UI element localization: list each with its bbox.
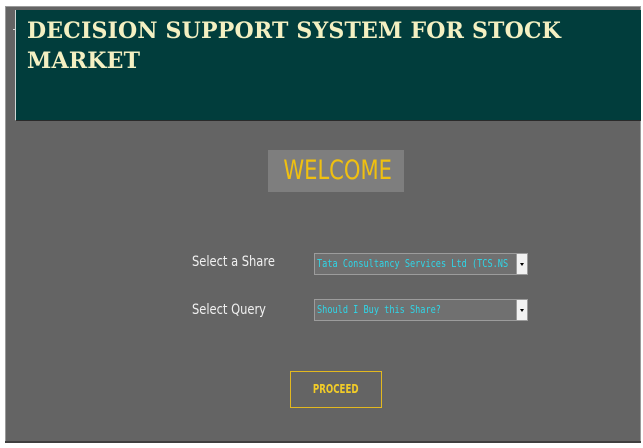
app-title: DECISION SUPPORT SYSTEM FOR STOCK MARKET [27,18,562,74]
share-label: Select a Share [192,253,293,271]
query-label-text: Select Query [192,302,266,318]
app-header: DECISION SUPPORT SYSTEM FOR STOCK MARKET [15,10,641,121]
share-select-value: Tata Consultancy Services Ltd (TCS.NS [317,257,509,270]
proceed-button[interactable]: PROCEED [290,371,382,408]
query-select-value: Should I Buy this Share? [317,303,441,316]
chevron-down-icon[interactable] [516,300,527,320]
share-select[interactable]: Tata Consultancy Services Ltd (TCS.NS [314,253,528,275]
app-window: DECISION SUPPORT SYSTEM FOR STOCK MARKET… [5,6,641,442]
welcome-text: WELCOME [283,155,392,186]
welcome-banner: WELCOME [268,150,404,192]
share-label-text: Select a Share [192,254,275,270]
query-select[interactable]: Should I Buy this Share? [314,299,528,321]
query-label: Select Query [192,301,282,319]
proceed-button-label: PROCEED [313,382,359,396]
chevron-down-icon[interactable] [516,254,527,274]
window-bottom-edge [5,441,641,443]
